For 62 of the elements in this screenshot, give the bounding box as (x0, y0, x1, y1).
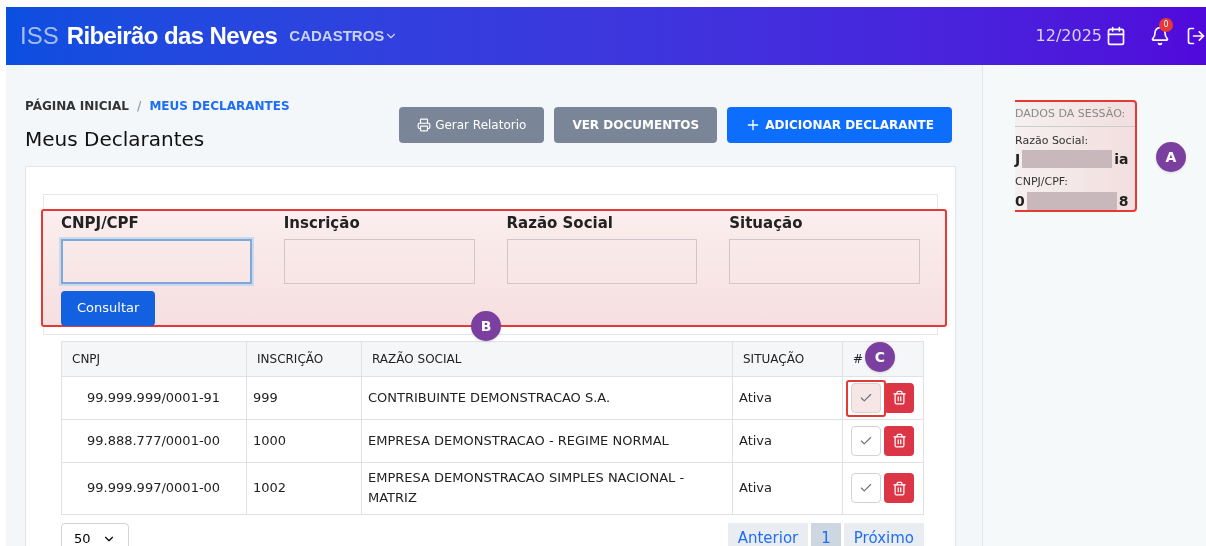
session-label: Razão Social: (1015, 132, 1090, 149)
filter-label: Inscrição (283, 213, 361, 234)
breadcrumb-link[interactable]: MEUS DECLARANTES (149, 97, 290, 115)
bell-icon[interactable] (1150, 26, 1170, 46)
notification-badge: 0 (1159, 18, 1173, 32)
period-text: 12/2025 (1035, 25, 1102, 47)
table-cell: CONTRIBUINTE DEMONSTRACAO S.A. (361, 376, 733, 419)
column-header: INSCRIÇÃO (246, 341, 362, 376)
session-value: J (1015, 150, 1021, 169)
filter-field[interactable] (729, 238, 920, 284)
select-button[interactable] (851, 473, 881, 503)
trash-icon (891, 480, 907, 496)
column-header: RAZÃO SOCIAL (361, 341, 733, 376)
breadcrumb-link[interactable]: PÁGINA INICIAL (25, 97, 129, 115)
action-button[interactable]: Gerar Relatorio (399, 107, 545, 143)
check-icon (859, 481, 873, 495)
filter-label: Razão Social (506, 213, 614, 234)
app-title: Ribeirão das Neves (66, 21, 278, 51)
session-value: ia (1114, 150, 1129, 169)
trash-icon (891, 390, 907, 405)
column-header: SITUAÇÃO (732, 341, 843, 376)
table-cell: Ativa (732, 376, 843, 419)
table-cell: 1000 (246, 419, 362, 462)
logout-icon[interactable] (1186, 26, 1206, 46)
filter-field[interactable] (506, 238, 698, 284)
table-cell: 999 (246, 376, 362, 419)
session-label: CNPJ/CPF: (1015, 174, 1069, 190)
filter-field[interactable] (283, 238, 475, 284)
table-cell: 99.888.777/0001-00 (61, 419, 247, 462)
trash-icon (891, 433, 907, 448)
filter-label: CNPJ/CPF (61, 213, 140, 234)
calendar-icon[interactable] (1106, 26, 1126, 46)
table-cell: EMPRESA DEMONSTRACAO SIMPLES NACIONAL - MATRIZ (361, 462, 733, 514)
page-size-select[interactable]: 50 (61, 522, 129, 546)
pagination-button[interactable]: 1 (811, 522, 841, 546)
page-title: Meus Declarantes (25, 126, 206, 153)
action-button[interactable]: ADICIONAR DECLARANTE (727, 107, 952, 143)
table-cell: Ativa (732, 419, 843, 462)
table-cell: 99.999.999/0001-91 (61, 376, 247, 419)
cadastros-menu[interactable]: CADASTROS (289, 24, 399, 48)
action-button[interactable]: VER DOCUMENTOS (554, 107, 718, 143)
delete-button[interactable] (884, 425, 914, 456)
table-cell: 1002 (246, 462, 362, 514)
filter-label: Situação (729, 213, 804, 234)
search-button[interactable]: Consultar (61, 290, 156, 326)
breadcrumb-separator: / (137, 98, 142, 115)
table-cell: Ativa (732, 462, 843, 514)
printer-icon (417, 118, 432, 132)
delete-button[interactable] (884, 382, 914, 413)
pagination-button[interactable]: Próximo (843, 522, 924, 546)
app-prefix: ISS (20, 21, 59, 51)
table-cell: EMPRESA DEMONSTRACAO - REGIME NORMAL (361, 419, 733, 462)
pagination-button[interactable]: Anterior (727, 522, 809, 546)
annotation-marker: A (1156, 142, 1186, 172)
session-title: DADOS DA SESSÃO: (1015, 106, 1135, 127)
filter-field[interactable] (61, 238, 252, 284)
annotation-marker: B (471, 311, 501, 341)
table-cell: 99.999.997/0001-00 (61, 462, 247, 514)
session-value: 8 (1118, 191, 1129, 211)
session-value: 0 (1015, 191, 1025, 211)
column-header: CNPJ (61, 341, 247, 376)
delete-button[interactable] (884, 473, 914, 503)
